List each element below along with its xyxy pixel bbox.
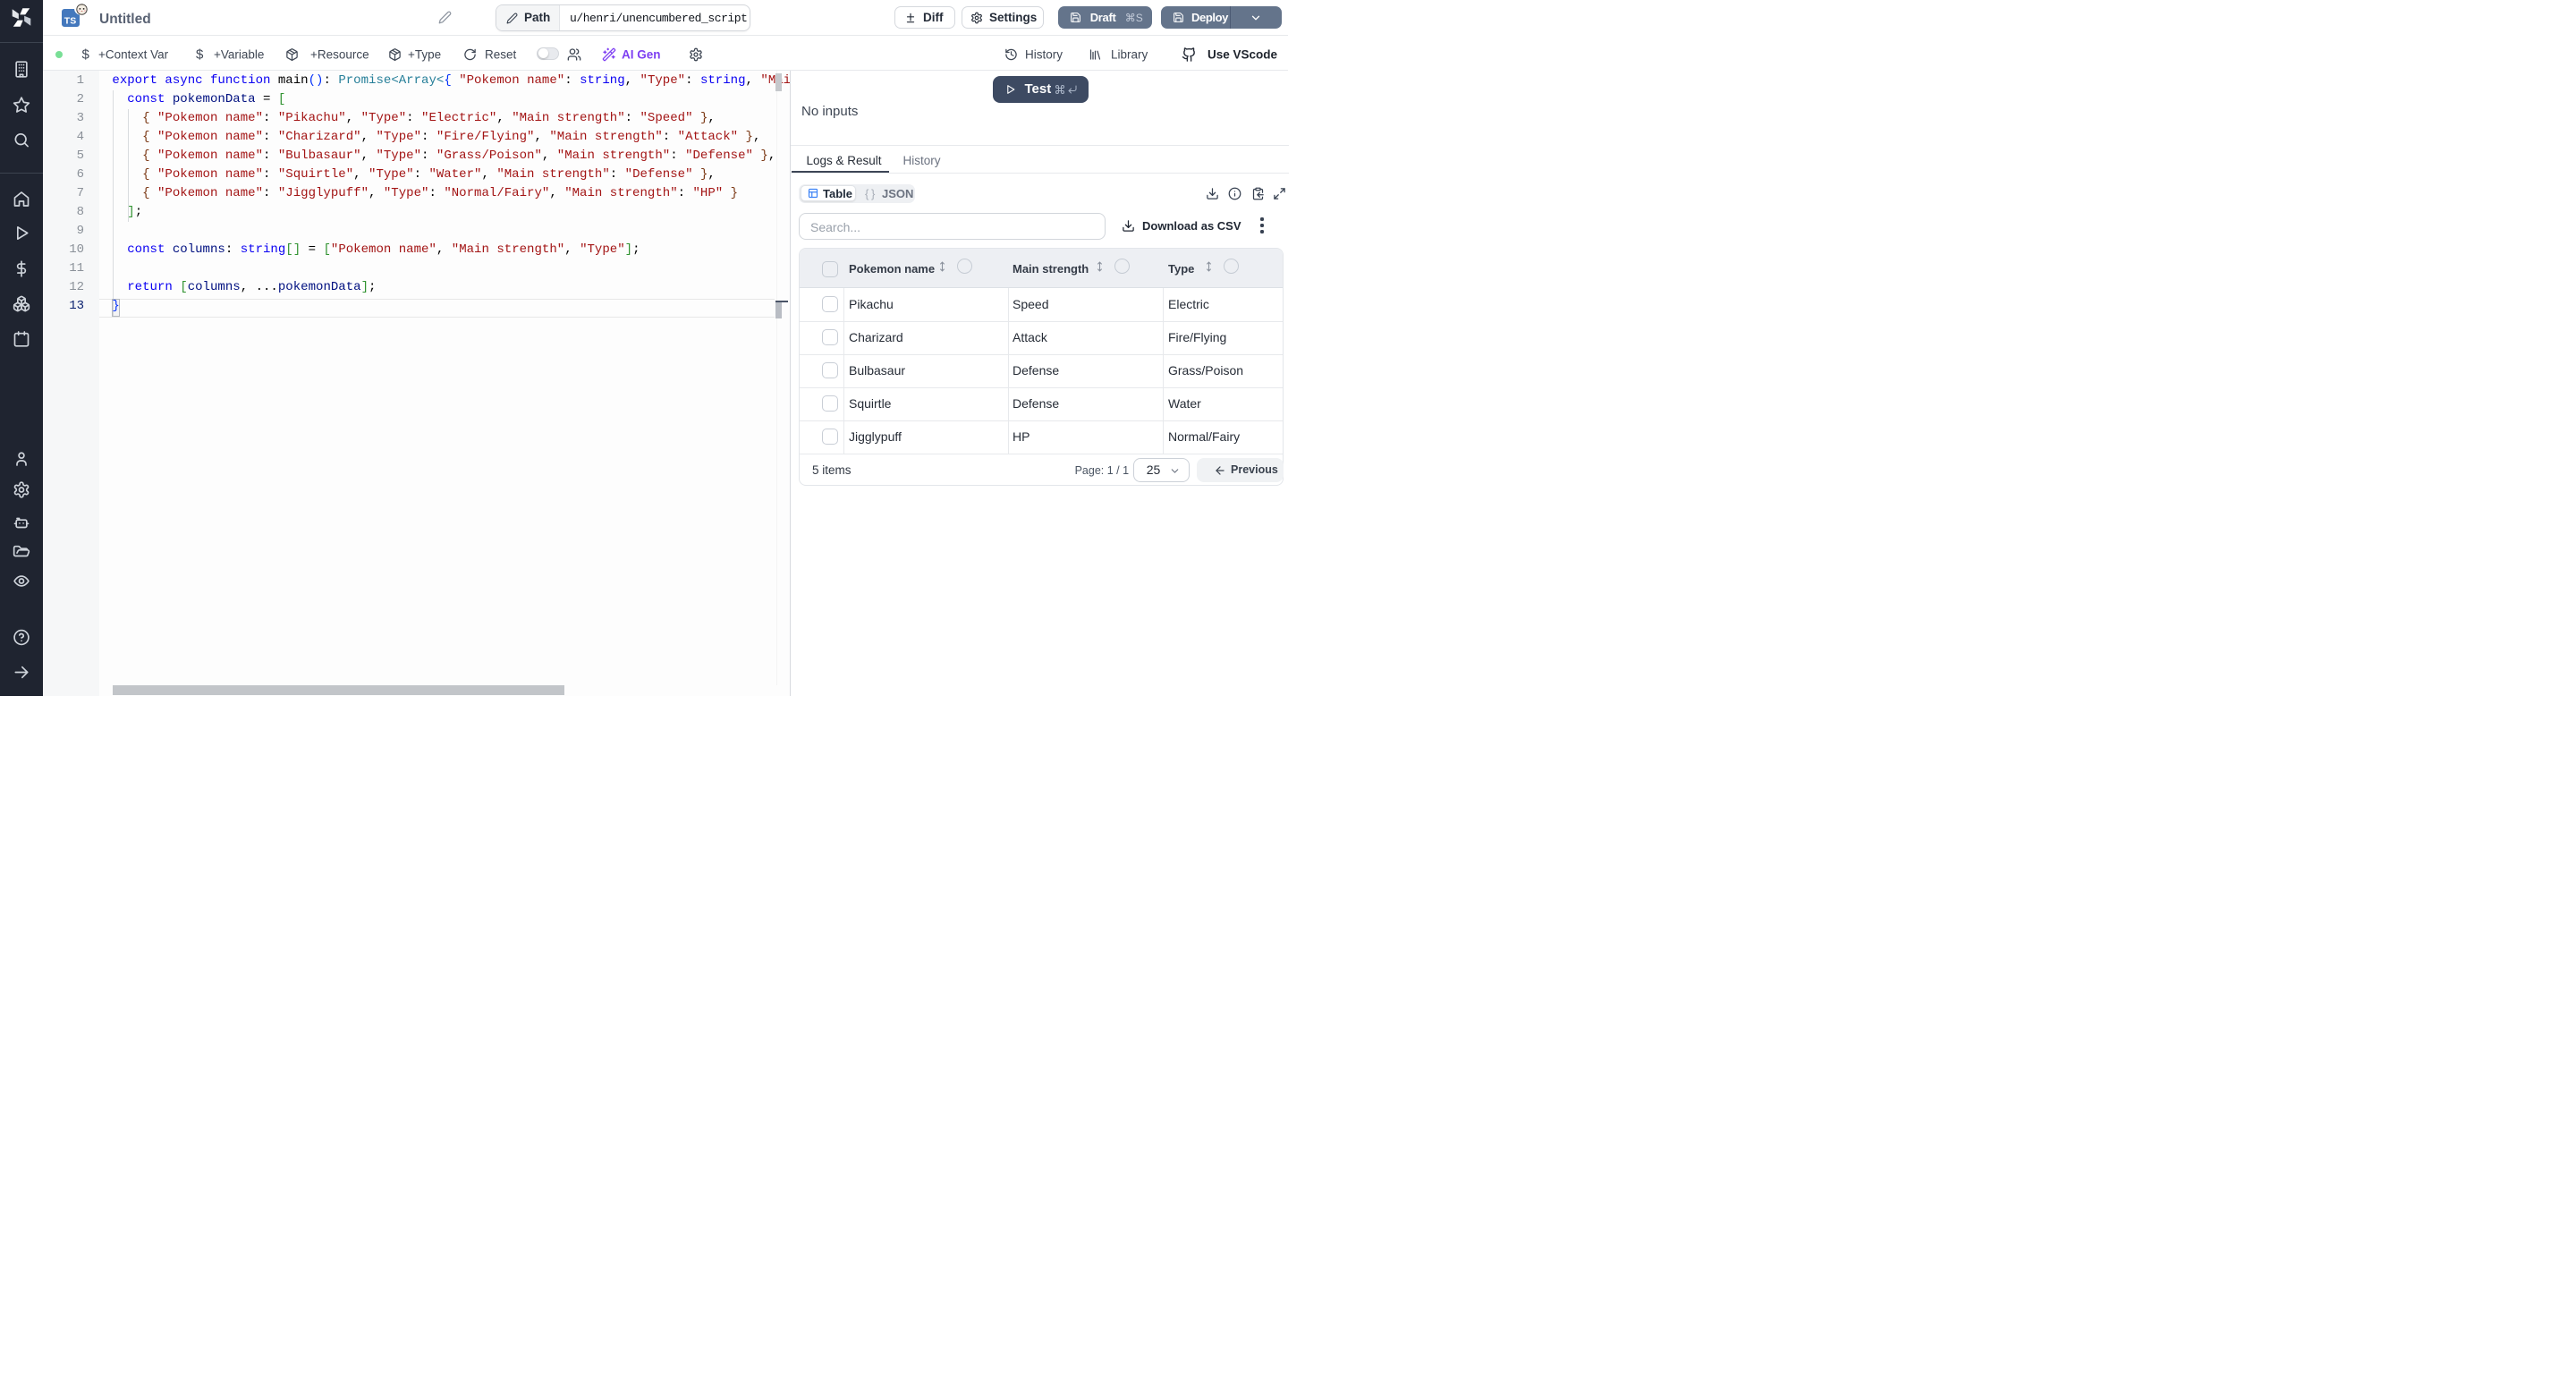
- svg-text:TS: TS: [64, 16, 76, 27]
